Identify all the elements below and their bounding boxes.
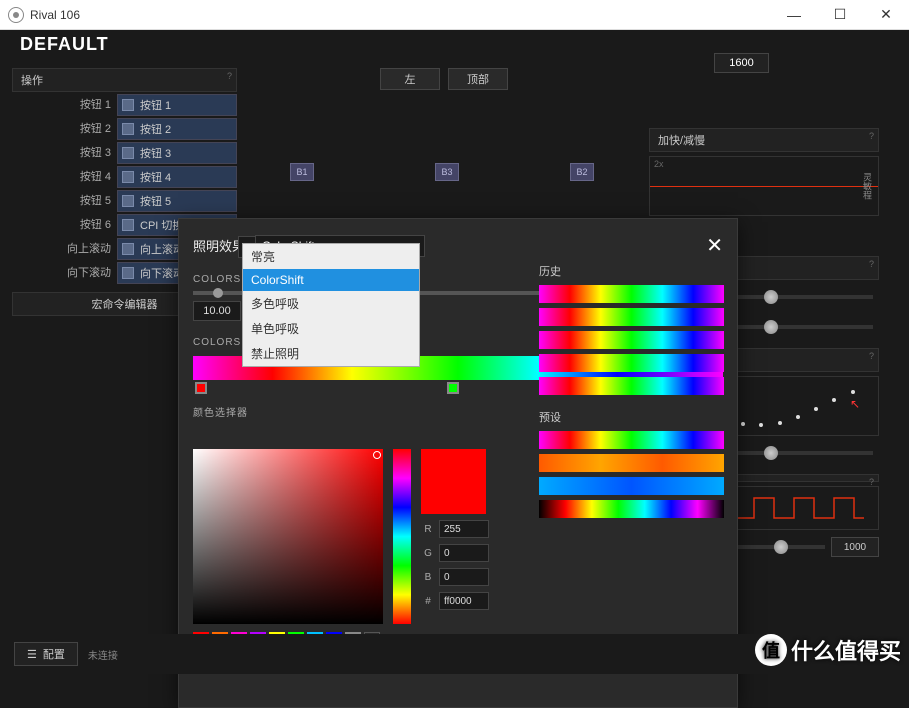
- button-assignment[interactable]: 按钮 4: [117, 166, 237, 188]
- maximize-button[interactable]: ☐: [817, 0, 863, 30]
- button-row-1: 按钮 1 按钮 1: [12, 94, 237, 116]
- color-preview: [421, 449, 486, 514]
- button-label: 按钮 2: [12, 118, 117, 140]
- button-label: 向上滚动: [12, 238, 117, 260]
- accel-section-label: 加快/减慢?: [649, 128, 879, 152]
- preset-item[interactable]: [539, 431, 724, 449]
- b-input[interactable]: [439, 568, 489, 586]
- button-label: 按钮 6: [12, 214, 117, 236]
- hotspot-b2[interactable]: B2: [570, 163, 594, 181]
- button-row-5: 按钮 5 按钮 5: [12, 190, 237, 212]
- saturation-value-picker[interactable]: [193, 449, 383, 624]
- watermark-badge: 值: [755, 634, 787, 666]
- preset-label: 预设: [539, 409, 724, 425]
- hue-slider[interactable]: [393, 449, 411, 624]
- dropdown-item[interactable]: 多色呼吸: [243, 291, 419, 316]
- preset-item[interactable]: [539, 500, 724, 518]
- history-label: 历史: [539, 263, 724, 279]
- time-input[interactable]: [193, 301, 241, 321]
- help-icon[interactable]: ?: [227, 71, 232, 81]
- hotspot-b1[interactable]: B1: [290, 163, 314, 181]
- minimize-button[interactable]: —: [771, 0, 817, 30]
- list-icon: ☰: [27, 648, 37, 661]
- window-title: Rival 106: [30, 8, 771, 22]
- button-label: 按钮 3: [12, 142, 117, 164]
- button-assignment[interactable]: 按钮 1: [117, 94, 237, 116]
- dropdown-item[interactable]: ColorShift: [243, 269, 419, 291]
- preset-item[interactable]: [539, 454, 724, 472]
- watermark: 值 什么值得买: [755, 634, 901, 666]
- button-label: 按钮 5: [12, 190, 117, 212]
- button-label: 按钮 4: [12, 166, 117, 188]
- r-input[interactable]: [439, 520, 489, 538]
- hotspot-b3[interactable]: B3: [435, 163, 459, 181]
- g-input[interactable]: [439, 544, 489, 562]
- dropdown-item[interactable]: 单色呼吸: [243, 316, 419, 341]
- profile-name: DEFAULT: [20, 34, 109, 55]
- profile-header: DEFAULT: [0, 30, 909, 58]
- button-row-2: 按钮 2 按钮 2: [12, 118, 237, 140]
- help-icon[interactable]: ?: [869, 351, 874, 361]
- polling-value[interactable]: 1000: [831, 537, 879, 557]
- dpi-value[interactable]: 1600: [714, 53, 769, 73]
- cursor-icon: ↖: [850, 397, 860, 411]
- close-button[interactable]: ✕: [863, 0, 909, 30]
- app-icon: [8, 7, 24, 23]
- preset-item[interactable]: [539, 477, 724, 495]
- view-tabs: 左 顶部: [380, 68, 508, 90]
- button-row-3: 按钮 3 按钮 3: [12, 142, 237, 164]
- history-item[interactable]: [539, 285, 724, 303]
- button-label: 按钮 1: [12, 94, 117, 116]
- button-row-4: 按钮 4 按钮 4: [12, 166, 237, 188]
- dropdown-item[interactable]: 常亮: [243, 244, 419, 269]
- config-button[interactable]: ☰ 配置: [14, 642, 78, 666]
- button-assignment[interactable]: 按钮 2: [117, 118, 237, 140]
- accel-graph[interactable]: 2x 灵敏程: [649, 156, 879, 216]
- history-item[interactable]: [539, 377, 724, 395]
- connection-status: 未连接: [88, 647, 118, 662]
- effect-dropdown-menu: 常亮ColorShift多色呼吸单色呼吸禁止照明: [242, 243, 420, 367]
- history-item[interactable]: [539, 308, 724, 326]
- hex-input[interactable]: [439, 592, 489, 610]
- view-top-button[interactable]: 顶部: [448, 68, 508, 90]
- dropdown-item[interactable]: 禁止照明: [243, 341, 419, 366]
- gradient-handle-green[interactable]: [447, 382, 459, 394]
- history-item[interactable]: [539, 354, 724, 372]
- button-label: 向下滚动: [12, 262, 117, 284]
- view-left-button[interactable]: 左: [380, 68, 440, 90]
- modal-close-button[interactable]: ✕: [706, 233, 723, 258]
- window-titlebar: Rival 106 — ☐ ✕: [0, 0, 909, 30]
- actions-section-label: 操作 ?: [12, 68, 237, 92]
- button-assignment[interactable]: 按钮 5: [117, 190, 237, 212]
- help-icon[interactable]: ?: [869, 259, 874, 269]
- history-item[interactable]: [539, 331, 724, 349]
- button-assignment[interactable]: 按钮 3: [117, 142, 237, 164]
- help-icon[interactable]: ?: [869, 131, 874, 141]
- gradient-handle-red[interactable]: [195, 382, 207, 394]
